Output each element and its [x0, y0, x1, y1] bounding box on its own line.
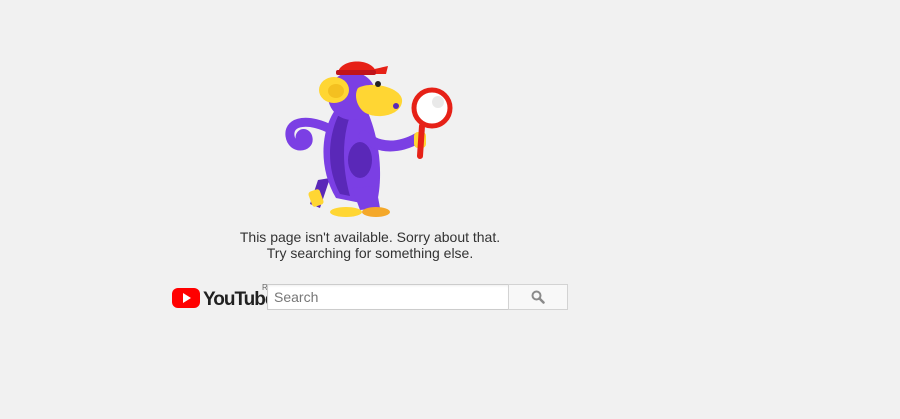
error-page: This page isn't available. Sorry about t… [0, 0, 900, 419]
search-button[interactable] [508, 284, 568, 310]
search-box[interactable] [267, 284, 509, 310]
error-message: This page isn't available. Sorry about t… [170, 229, 570, 261]
error-message-line1: This page isn't available. Sorry about t… [239, 229, 501, 245]
search-input[interactable] [268, 285, 504, 309]
error-message-line2: Try searching for something else. [266, 245, 474, 261]
youtube-logo-text: YouTube [203, 289, 268, 310]
youtube-logo[interactable]: YouTube [172, 285, 268, 311]
monkey-illustration [285, 61, 453, 217]
search-icon [531, 290, 545, 304]
